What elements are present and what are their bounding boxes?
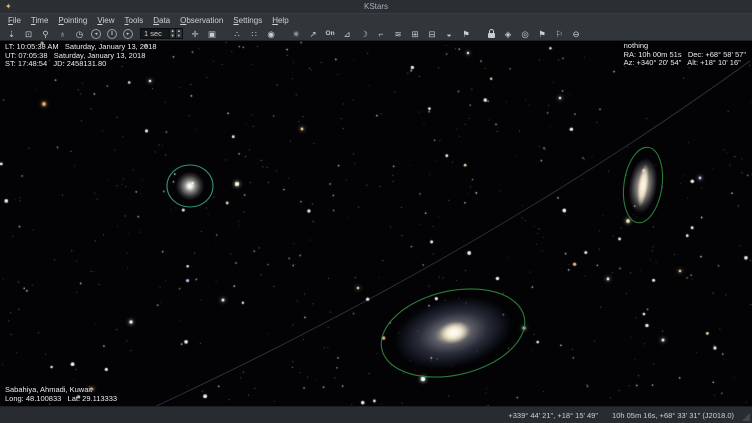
center-telescope-icon[interactable]: ◎ [518,28,533,40]
info-line: ST: 17:48:54 JD: 2458131.80 [5,60,157,69]
start-stop-clock-icon[interactable]: ‖ [107,29,117,39]
set-time-icon[interactable]: ◷ [72,28,87,40]
time-info-box[interactable]: LT: 10:05:38 AM Saturday, January 13, 20… [5,43,157,69]
toggle-equatorial-grid-icon[interactable]: ⊞ [408,28,423,40]
menu-file[interactable]: File [3,16,26,25]
padlock-glyph [488,33,495,38]
status-equatorial-coords: 10h 05m 16s, +68° 33' 31" (J2018.0) [612,411,734,420]
lock-position-icon[interactable] [484,28,499,40]
timestep-value[interactable]: 1 sec [141,29,169,38]
focus-position-icon[interactable]: ✛ [188,28,203,40]
status-coordinates: +339° 44' 21", +18° 15' 49" 10h 05m 16s,… [508,411,734,420]
open-fits-icon[interactable]: ⊡ [21,28,36,40]
m82-highlight-ellipse [619,145,667,226]
step-forward-icon[interactable]: ▸ [123,29,133,39]
add-flag-icon[interactable]: ⚑ [535,28,550,40]
toggle-horizontal-grid-icon[interactable]: ⊟ [425,28,440,40]
menu-tools[interactable]: Tools [120,16,149,25]
fov-symbol-icon[interactable]: ⊖ [569,28,584,40]
view-toolbar-group: ✛▣∴∷◉✳↗On⊿☽⌐≋⊞⊟◒⚑◈◎⚑⚐⊖ [187,28,585,40]
menu-settings[interactable]: Settings [228,16,267,25]
resize-grip[interactable] [742,413,750,421]
kstars-window: ✦ KStars FileTimePointingViewToolsDataOb… [0,0,752,423]
status-bar: +339° 44' 21", +18° 15' 49" 10h 05m 16s,… [0,406,752,423]
kstars-app-icon: ✦ [5,2,12,11]
menu-time[interactable]: Time [26,16,53,25]
toggle-deep-sky-objects-icon[interactable]: ∷ [247,28,262,40]
toggle-flags-icon[interactable]: ⚑ [459,28,474,40]
timestep-spinbox[interactable]: 1 sec ▴ ▾ ▴ ▾ [140,28,183,39]
toggle-stars-icon[interactable]: ∴ [230,28,245,40]
set-geographic-location-icon[interactable]: ♁ [55,28,70,40]
info-line: Az: +340° 20' 54" Alt: +18° 10' 16" [624,59,746,68]
toggle-satellites-icon[interactable]: ↗ [306,28,321,40]
simulate-eyepiece-icon[interactable]: ◈ [501,28,516,40]
toggle-constellation-art-icon[interactable]: ☽ [357,28,372,40]
sky-markers-overlay [0,41,752,406]
m81-highlight-ellipse [372,276,533,391]
capture-sky-image-icon[interactable]: ▣ [205,28,220,40]
step-backward-icon[interactable]: ◂ [91,29,101,39]
toggle-constellation-lines-icon[interactable]: ⊿ [340,28,355,40]
toggle-ground-icon[interactable]: ◒ [442,28,457,40]
timestep-unit-stepper[interactable]: ▴ ▾ [175,29,181,38]
toggle-constellation-names-icon[interactable]: On [323,28,338,40]
remove-flag-icon[interactable]: ⚐ [552,28,567,40]
menu-view[interactable]: View [92,16,119,25]
toggle-milky-way-icon[interactable]: ≋ [391,28,406,40]
toggle-supernovae-icon[interactable]: ✳ [289,28,304,40]
main-toolbar: ⇣⊡⚲♁◷◂‖▸ 1 sec ▴ ▾ ▴ ▾ ✛▣∴∷◉✳↗On⊿☽⌐≋⊞⊟◒⚑… [0,27,752,41]
title-bar: ✦ KStars [0,0,752,13]
focus-info-box[interactable]: nothingRA: 10h 00m 51s Dec: +68° 58' 57"… [624,42,746,68]
menu-data[interactable]: Data [148,16,175,25]
menu-observation[interactable]: Observation [175,16,228,25]
small-galaxy-highlight-ellipse [167,165,213,207]
toggle-constellation-boundaries-icon[interactable]: ⌐ [374,28,389,40]
time-toolbar-group: ⇣⊡⚲♁◷ ◂ ‖ ▸ [3,28,136,40]
menu-bar: FileTimePointingViewToolsDataObservation… [0,13,752,27]
sky-map[interactable]: LT: 10:05:38 AM Saturday, January 13, 20… [0,41,752,406]
menu-pointing[interactable]: Pointing [53,16,92,25]
toggle-solar-system-icon[interactable]: ◉ [264,28,279,40]
location-info-box[interactable]: Sabahiya, Ahmadi, KuwaitLong: 48.100833 … [5,386,117,403]
find-object-icon[interactable]: ⚲ [38,28,53,40]
window-title: KStars [364,2,388,11]
stepper-down-icon[interactable]: ▾ [172,34,174,39]
status-horizontal-coords: +339° 44' 21", +18° 15' 49" [508,411,598,420]
download-new-data-icon[interactable]: ⇣ [4,28,19,40]
stepper-down-icon[interactable]: ▾ [178,34,180,39]
satellite-track-line [150,61,750,406]
menu-help[interactable]: Help [267,16,293,25]
info-line: Long: 48.100833 Lat: 29.113333 [5,395,117,404]
